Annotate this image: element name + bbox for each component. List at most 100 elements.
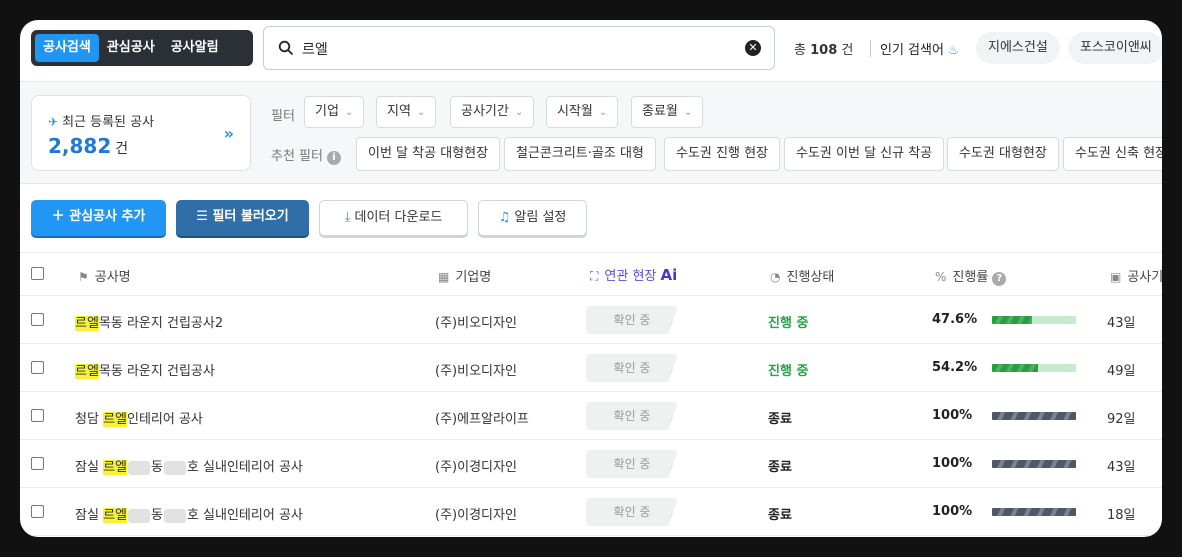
recommend-chip[interactable]: 철근콘크리트·골조 대형 — [504, 137, 656, 171]
col-status[interactable]: ◔ 진행상태 — [770, 266, 834, 285]
col-name[interactable]: ⚑ 공사명 — [78, 266, 131, 285]
tab-alert[interactable]: 공사알림 — [163, 34, 227, 62]
load-filter-button[interactable]: ☰ 필터 불러오기 — [176, 200, 309, 236]
company-name[interactable]: (주)비오디자인 — [435, 360, 517, 379]
row-checkbox[interactable] — [31, 457, 44, 470]
project-name-link[interactable]: 청담 르엘인테리어 공사 — [75, 408, 203, 427]
project-name-link[interactable]: 잠실 르엘 동 호 실내인테리어 공사 — [75, 504, 303, 523]
status-label: 종료 — [768, 412, 792, 427]
project-name-link[interactable]: 잠실 르엘 동 호 실내인테리어 공사 — [75, 456, 303, 475]
popular-label-text: 인기 검색어 — [880, 43, 944, 58]
table-row[interactable]: 청담 르엘인테리어 공사 (주)에프알라이프 확인 중 종료 100% 92일 — [20, 392, 1162, 440]
gauge-icon: ◔ — [770, 270, 781, 284]
name-suffix: 목동 라운지 건립공사2 — [98, 316, 224, 331]
search-highlight: 르엘 — [103, 508, 127, 523]
dropdown-label: 종료월 — [642, 104, 678, 119]
filter-period-dropdown[interactable]: 공사기간 ⌄ — [450, 96, 535, 128]
recommend-chip[interactable]: 수도권 신축 현장 — [1063, 137, 1162, 171]
project-name-link[interactable]: 르엘목동 라운지 건립공사 — [75, 360, 215, 379]
related-site-status: 확인 중 — [586, 402, 678, 430]
col-company[interactable]: ▦ 기업명 — [438, 266, 491, 285]
filter-end-dropdown[interactable]: 종료월 ⌄ — [631, 96, 704, 128]
filter-area: ✈ 최근 등록된 공사 2,882 건 » 필터 기업 ⌄ 지역 ⌄ 공사기간 ⌄ 시작월… — [20, 82, 1162, 184]
info-icon[interactable]: i — [326, 151, 341, 165]
download-icon: ⤓ — [344, 210, 355, 225]
filter-label: 필터 — [271, 109, 295, 124]
table-row[interactable]: 잠실 르엘 동 호 실내인테리어 공사 (주)이경디자인 확인 중 종료 100% 43일 — [20, 440, 1162, 488]
tab-interest[interactable]: 관심공사 — [99, 34, 163, 62]
plus-icon: ＋ — [51, 209, 70, 224]
recommend-chip[interactable]: 수도권 진행 현장 — [664, 137, 780, 171]
recent-title: ✈ 최근 등록된 공사 — [48, 111, 154, 130]
project-name-link[interactable]: 르엘목동 라운지 건립공사2 — [75, 312, 223, 331]
popular-label: 인기 검색어 ♨ — [880, 39, 959, 58]
col-period[interactable]: ▣ 공사기간 — [1110, 266, 1162, 285]
chevron-down-icon: ⌄ — [344, 107, 354, 118]
download-label: 데이터 다운로드 — [354, 210, 443, 225]
table-row[interactable]: 르엘목동 라운지 건립공사2 (주)비오디자인 확인 중 진행 중 47.6% 43일 — [20, 296, 1162, 344]
row-checkbox[interactable] — [31, 313, 44, 326]
recent-title-text: 최근 등록된 공사 — [62, 115, 155, 130]
row-checkbox[interactable] — [31, 409, 44, 422]
clear-icon[interactable]: ✕ — [745, 40, 761, 56]
table-row[interactable]: 잠실 르엘 동 호 실내인테리어 공사 (주)이경디자인 확인 중 종료 100% 18일 — [20, 488, 1162, 536]
name-prefix: 잠실 — [75, 508, 104, 523]
col-related[interactable]: ⛶ 연관 현장 Ai — [590, 265, 677, 284]
dropdown-label: 시작월 — [557, 104, 593, 119]
progress-bar — [992, 316, 1076, 324]
name-suffix: 호 실내인테리어 공사 — [186, 460, 303, 475]
search-input[interactable]: 르엘 ✕ — [263, 26, 775, 70]
help-icon[interactable]: ? — [992, 272, 1007, 286]
progress-percent: 100% — [932, 504, 973, 519]
search-highlight: 르엘 — [75, 364, 99, 379]
company-name[interactable]: (주)에프알라이프 — [435, 408, 529, 427]
period-days: 43일 — [1107, 316, 1136, 331]
chevron-down-icon: ⌄ — [598, 107, 608, 118]
progress-percent: 100% — [932, 408, 973, 423]
progress-bar — [992, 460, 1076, 468]
alert-setting-button[interactable]: ♫ 알림 설정 — [478, 200, 587, 236]
dropdown-label: 기업 — [315, 104, 339, 119]
col-company-label: 기업명 — [455, 270, 492, 285]
popular-chip[interactable]: 지에스건설 — [976, 32, 1060, 64]
recommend-chip[interactable]: 수도권 대형현장 — [947, 137, 1059, 171]
company-name[interactable]: (주)비오디자인 — [435, 312, 517, 331]
recent-projects-card[interactable]: ✈ 최근 등록된 공사 2,882 건 » — [31, 95, 251, 171]
col-related-label: 연관 현장 — [604, 269, 657, 284]
filter-start-dropdown[interactable]: 시작월 ⌄ — [546, 96, 619, 128]
recommend-label: 추천 필터 i — [271, 145, 341, 165]
redacted-block — [163, 460, 186, 475]
col-progress[interactable]: % 진행률? — [935, 266, 1007, 286]
progress-bar — [992, 364, 1076, 372]
recommend-chip[interactable]: 이번 달 착공 대형현장 — [356, 137, 501, 171]
company-name[interactable]: (주)이경디자인 — [435, 504, 517, 523]
tab-search[interactable]: 공사검색 — [35, 34, 99, 62]
popular-chip[interactable]: 포스코이앤씨 — [1068, 32, 1162, 64]
add-interest-button[interactable]: ＋ 관심공사 추가 — [31, 200, 166, 236]
col-name-label: 공사명 — [94, 270, 131, 285]
search-highlight: 르엘 — [103, 460, 127, 475]
related-site-status: 확인 중 — [586, 450, 678, 478]
total-number: 108 — [810, 43, 838, 58]
progress-percent: 47.6% — [932, 312, 978, 327]
search-value: 르엘 — [302, 42, 328, 58]
chevron-down-icon: ⌄ — [514, 107, 524, 118]
filter-region-dropdown[interactable]: 지역 ⌄ — [376, 96, 437, 128]
table-row[interactable]: 르엘목동 라운지 건립공사 (주)비오디자인 확인 중 진행 중 54.2% 49일 — [20, 344, 1162, 392]
filter-icon: ☰ — [196, 209, 213, 224]
progress-bar-fill — [992, 460, 1076, 468]
company-name[interactable]: (주)이경디자인 — [435, 456, 517, 475]
row-checkbox[interactable] — [31, 361, 44, 374]
select-all-checkbox[interactable] — [31, 267, 44, 280]
dropdown-label: 공사기간 — [461, 104, 509, 119]
progress-percent: 54.2% — [932, 360, 978, 375]
status-label: 진행 중 — [768, 364, 809, 379]
period-days: 49일 — [1107, 364, 1136, 379]
recommend-chip[interactable]: 수도권 이번 달 신규 착공 — [784, 137, 945, 171]
recommend-label-text: 추천 필터 — [271, 149, 323, 164]
filter-company-dropdown[interactable]: 기업 ⌄ — [304, 96, 365, 128]
app-frame: 공사검색 관심공사 공사알림 르엘 ✕ 총 108 건 인기 검색어 ♨ 지에스… — [20, 20, 1162, 537]
name-prefix: 잠실 — [75, 460, 104, 475]
download-button[interactable]: ⤓ 데이터 다운로드 — [319, 200, 468, 236]
row-checkbox[interactable] — [31, 505, 44, 518]
